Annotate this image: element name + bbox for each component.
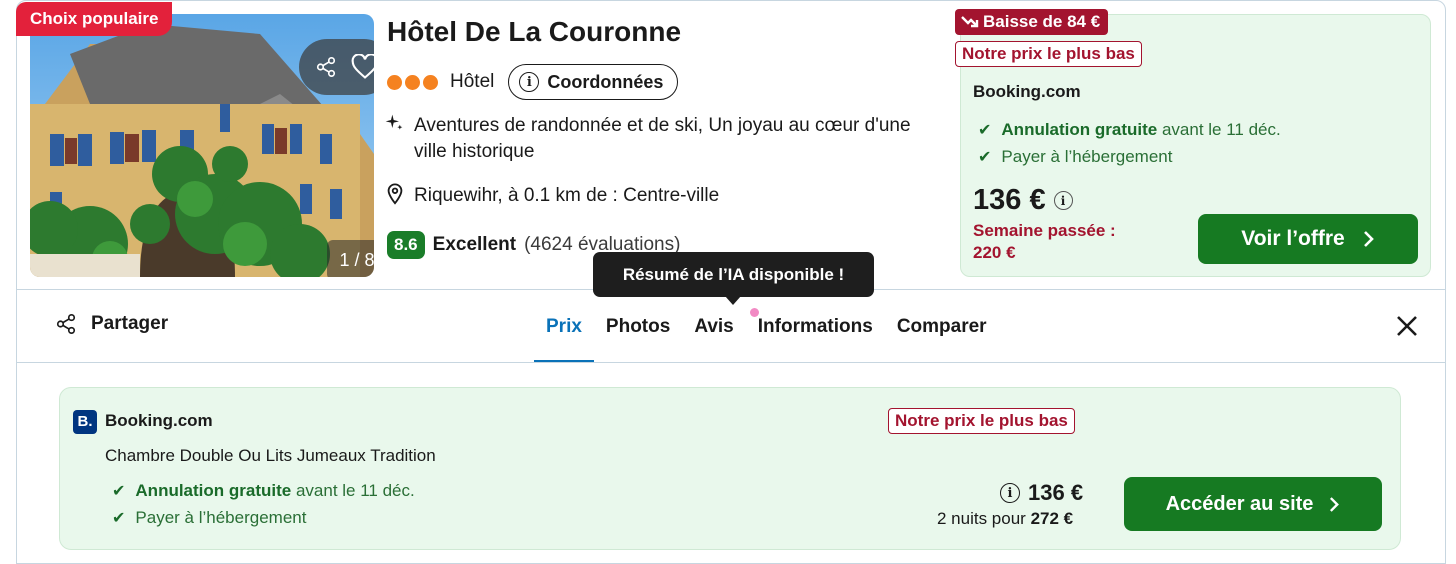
location-pin-icon [386,183,404,213]
ai-summary-tooltip: Résumé de l’IA disponible ! [593,252,874,305]
pay-row: ✔ Payer à l’hébergement [978,147,1172,167]
tab-informations[interactable]: Informations [746,303,885,363]
deal-price: 136 € i [973,184,1073,217]
divider [17,362,1446,363]
features-text: Aventures de randonnée et de ski, Un joy… [414,115,911,162]
offer-price: i 136 € [1000,480,1083,506]
tab-photos[interactable]: Photos [594,303,682,363]
booking-logo: B. [73,410,97,434]
free-cancel-label: Annulation gratuite [1001,120,1158,139]
popular-badge: Choix populaire [16,2,173,36]
photo-counter: 1 / 84 [327,240,374,277]
offer-provider: Booking.com [105,411,213,430]
free-cancel-row: ✔ Annulation gratuite avant le 11 déc. [978,120,1281,140]
offer-lowest-price-tag: Notre prix le plus bas [888,408,1075,434]
rating-dots [387,74,438,90]
info-icon: i [519,72,540,92]
share-label: Partager [91,313,169,334]
tab-prix[interactable]: Prix [534,303,594,363]
chevron-right-icon [1363,231,1374,247]
nights-label: 2 nuits pour [937,509,1026,528]
deal-provider: Booking.com [973,82,1081,101]
photo-actions [299,39,374,95]
offer-price-value: 136 € [1028,480,1084,505]
hotel-type-row: Hôtel i Coordonnées [387,64,679,100]
price-drop-tag: Baisse de 84 € [955,9,1109,35]
offer-free-cancel-label: Annulation gratuite [135,481,292,500]
check-icon: ✔ [978,122,992,139]
offer-free-cancel-date: avant le 11 déc. [295,481,415,500]
check-icon: ✔ [978,149,992,166]
share-button[interactable]: Partager [55,313,168,335]
last-week-label: Semaine passée : [973,221,1116,240]
info-icon[interactable]: i [1000,483,1020,503]
go-to-site-label: Accéder au site [1165,492,1314,515]
tab-avis[interactable]: Avis [682,303,745,363]
hotel-photo[interactable]: 1 / 84 [30,14,374,277]
check-icon: ✔ [112,510,126,527]
trend-down-icon [961,16,979,28]
view-offer-label: Voir l’offre [1241,227,1345,250]
share-icon[interactable] [309,50,343,84]
hotel-features: Aventures de randonnée et de ski, Un joy… [384,113,924,165]
last-week-value: 220 € [973,243,1016,262]
coordinates-button[interactable]: i Coordonnées [508,64,679,100]
hotel-location: Riquewihr, à 0.1 km de : Centre-ville [386,183,719,213]
last-week-price: Semaine passée : 220 € [973,220,1116,264]
go-to-site-button[interactable]: Accéder au site [1124,477,1382,531]
free-cancel-date: avant le 11 déc. [1161,120,1281,139]
lowest-price-tag: Notre prix le plus bas [955,41,1142,67]
hotel-type: Hôtel [450,71,495,92]
check-icon: ✔ [112,483,126,500]
chevron-right-icon [1330,496,1340,512]
info-icon[interactable]: i [1053,191,1073,210]
score-label: Excellent [432,234,517,255]
price-drop-text: Baisse de 84 € [983,12,1101,31]
offer-pay-row: ✔ Payer à l’hébergement [112,508,306,528]
offer-free-cancel-row: ✔ Annulation gratuite avant le 11 déc. [112,481,415,501]
tab-bar: Prix Photos Avis Informations Comparer [534,303,999,363]
share-icon [56,314,76,334]
score-badge: 8.6 [387,231,425,259]
location-text: Riquewihr, à 0.1 km de : Centre-ville [414,185,720,206]
pay-label: Payer à l’hébergement [1001,147,1173,166]
view-offer-button[interactable]: Voir l’offre [1198,214,1418,264]
nights-total: 272 € [1030,509,1074,528]
offer-nights-total: 2 nuits pour 272 € [937,509,1073,529]
tab-comparer[interactable]: Comparer [885,303,999,363]
coordinates-label: Coordonnées [547,71,664,92]
close-icon[interactable] [1394,313,1420,339]
new-indicator-dot [750,308,759,317]
sparkle-icon [384,113,404,165]
offer-room-name: Chambre Double Ou Lits Jumeaux Tradition [105,446,436,465]
heart-icon[interactable] [348,50,374,84]
hotel-name[interactable]: Hôtel De La Couronne [387,16,681,48]
deal-price-value: 136 € [973,184,1046,216]
offer-pay-label: Payer à l’hébergement [135,508,307,527]
